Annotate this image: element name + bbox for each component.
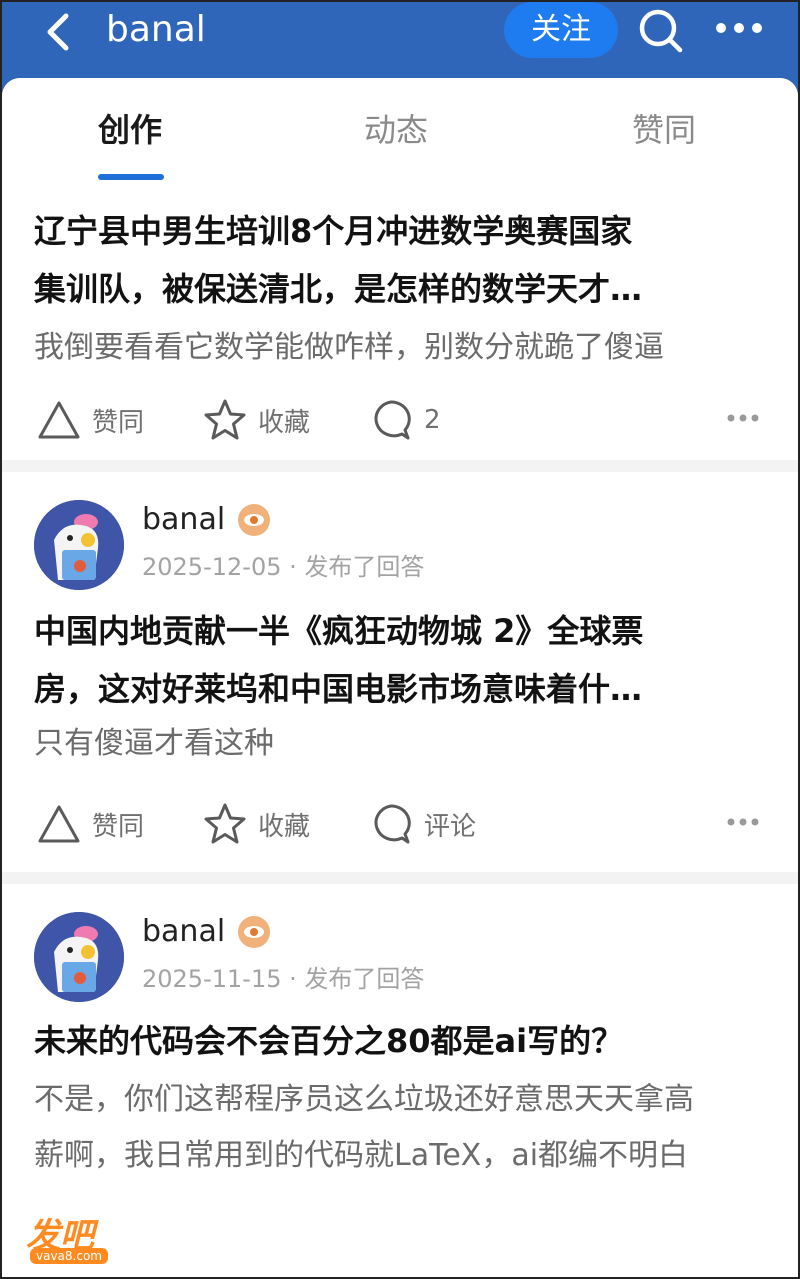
tab-bar: 创作 动态 赞同 xyxy=(2,78,798,188)
feed-card[interactable]: banal 2025-12-05 · 发布了回答 中国内地贡献一半《疯狂动物城 … xyxy=(2,472,798,872)
comment-label: 评论 xyxy=(424,811,477,842)
follow-button[interactable]: 关注 xyxy=(504,2,618,58)
back-icon[interactable] xyxy=(38,10,78,54)
upvote-label: 赞同 xyxy=(92,811,145,842)
top-app-bar: banal 关注 xyxy=(0,0,800,82)
card-more-icon[interactable] xyxy=(726,816,760,828)
favorite-label: 收藏 xyxy=(258,811,311,842)
post-meta: 2025-11-15 · 发布了回答 xyxy=(142,965,425,993)
watermark-logo: 发吧 vava8.com xyxy=(26,1208,122,1268)
upvote-triangle-icon xyxy=(38,805,80,843)
search-icon[interactable] xyxy=(636,6,684,54)
favorite-button[interactable]: 收藏 xyxy=(202,390,310,450)
comment-count: 2 xyxy=(424,405,441,435)
tab-upvoted[interactable]: 赞同 xyxy=(632,108,696,152)
author-name[interactable]: banal xyxy=(142,500,225,540)
favorite-button[interactable]: 收藏 xyxy=(202,794,310,854)
question-title-line: 辽宁县中男生培训8个月冲进数学奥赛国家 xyxy=(34,212,633,250)
star-icon xyxy=(204,399,246,440)
post-meta: 2025-12-05 · 发布了回答 xyxy=(142,553,425,581)
avatar[interactable] xyxy=(34,500,124,590)
answer-excerpt[interactable]: 我倒要看看它数学能做咋样，别数分就跪了傻逼 xyxy=(34,320,774,376)
content-sheet: 创作 动态 赞同 辽宁县中男生培训8个月冲进数学奥赛国家 集训队，被保送清北，是… xyxy=(2,78,798,1278)
favorite-label: 收藏 xyxy=(258,407,311,438)
question-title-line: 中国内地贡献一半《疯狂动物城 2》全球票 xyxy=(34,612,644,650)
upvote-triangle-icon xyxy=(38,401,80,439)
feed-card[interactable]: 辽宁县中男生培训8个月冲进数学奥赛国家 集训队，被保送清北，是怎样的数学天才… … xyxy=(2,188,798,460)
tab-creations[interactable]: 创作 xyxy=(98,108,162,152)
eye-badge-icon xyxy=(238,916,270,948)
answer-excerpt[interactable]: 只有傻逼才看这种 xyxy=(34,716,774,772)
question-title[interactable]: 中国内地贡献一半《疯狂动物城 2》全球票 房，这对好莱坞和中国电影市场意味着什… xyxy=(34,602,754,718)
comment-bubble-icon xyxy=(374,804,411,844)
answer-excerpt-line: 不是，你们这帮程序员这么垃圾还好意思天天拿高 xyxy=(34,1082,694,1117)
question-title[interactable]: 辽宁县中男生培训8个月冲进数学奥赛国家 集训队，被保送清北，是怎样的数学天才… xyxy=(34,202,754,318)
upvote-label: 赞同 xyxy=(92,407,145,438)
avatar-image xyxy=(34,500,124,590)
question-title[interactable]: 未来的代码会不会百分之80都是ai写的？ xyxy=(34,1012,754,1070)
card-more-icon[interactable] xyxy=(726,412,760,424)
upvote-button[interactable]: 赞同 xyxy=(36,794,144,854)
comment-button[interactable]: 2 xyxy=(368,390,441,450)
author-name[interactable]: banal xyxy=(142,912,225,952)
watermark-url: vava8.com xyxy=(30,1248,108,1264)
more-icon[interactable] xyxy=(714,16,764,40)
profile-title: banal xyxy=(106,9,206,50)
answer-excerpt[interactable]: 不是，你们这帮程序员这么垃圾还好意思天天拿高 薪啊，我日常用到的代码就LaTeX… xyxy=(34,1072,774,1184)
comment-bubble-icon xyxy=(374,400,411,440)
action-bar: 赞同 收藏 2 xyxy=(2,390,798,450)
question-title-line: 集训队，被保送清北，是怎样的数学天才… xyxy=(34,270,643,308)
avatar[interactable] xyxy=(34,912,124,1002)
upvote-button[interactable]: 赞同 xyxy=(36,390,144,450)
question-title-line: 房，这对好莱坞和中国电影市场意味着什… xyxy=(34,670,643,708)
tab-activity[interactable]: 动态 xyxy=(364,108,428,152)
comment-button[interactable]: 评论 xyxy=(368,794,476,854)
active-tab-indicator xyxy=(98,174,164,180)
action-bar: 赞同 收藏 评论 xyxy=(2,794,798,854)
avatar-image xyxy=(34,912,124,1002)
star-icon xyxy=(204,803,246,844)
eye-badge-icon xyxy=(238,504,270,536)
answer-excerpt-line: 薪啊，我日常用到的代码就LaTeX，ai都编不明白 xyxy=(34,1138,689,1173)
